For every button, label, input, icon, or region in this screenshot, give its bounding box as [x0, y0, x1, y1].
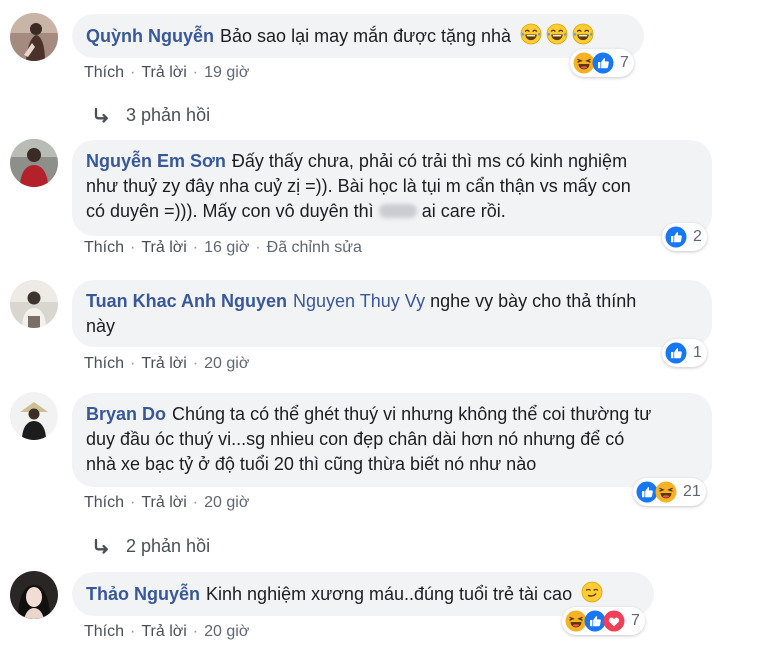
- comment-text-line: Chúng ta có thể ghét thuý vi nhưng không…: [172, 404, 652, 424]
- edited-label[interactable]: Đã chỉnh sửa: [267, 239, 362, 256]
- love-reaction-icon: [603, 610, 625, 632]
- avatar[interactable]: [10, 139, 58, 187]
- like-reaction-icon: [665, 342, 687, 364]
- view-replies-link[interactable]: 2 phản hồi: [92, 536, 210, 557]
- comment-text-line: duy đầu óc thuý vi...sg nhieu con đẹp ch…: [86, 429, 625, 449]
- reaction-count: 7: [620, 54, 629, 71]
- like-reaction-icon: [592, 52, 614, 74]
- reply-arrow-icon: [92, 539, 112, 555]
- avatar[interactable]: [10, 571, 58, 619]
- reply-arrow-icon: [92, 108, 112, 124]
- comment-bubble: Bryan Do Chúng ta có thể ghét thuý vi như…: [72, 393, 712, 487]
- like-link[interactable]: Thích: [84, 64, 124, 81]
- comment-time[interactable]: 20 giờ: [204, 494, 249, 511]
- reaction-summary[interactable]: 7: [562, 607, 645, 635]
- reaction-count: 7: [631, 612, 640, 629]
- comment-author[interactable]: Tuan Khac Anh Nguyen: [86, 291, 287, 311]
- reaction-summary[interactable]: 21: [633, 478, 706, 506]
- comment-author[interactable]: Quỳnh Nguyễn: [86, 26, 214, 46]
- reaction-summary[interactable]: 1: [662, 339, 707, 367]
- comment-text-line: có duyên =))). Mấy con vô duyên thì: [86, 201, 374, 221]
- reaction-summary[interactable]: 2: [662, 223, 707, 251]
- haha-reaction-icon: [655, 481, 677, 503]
- reaction-summary[interactable]: 7: [570, 49, 634, 77]
- comment-time[interactable]: 20 giờ: [204, 623, 249, 640]
- comment-actions: Thích · Trả lời · 16 giờ · Đã chỉnh sửa: [84, 239, 362, 256]
- comment-time[interactable]: 20 giờ: [204, 355, 249, 372]
- comment-text-line: như thuỷ zy đây nha cuỷ zị =)). Bài học …: [86, 176, 631, 196]
- reply-link[interactable]: Trả lời: [141, 64, 186, 81]
- like-link[interactable]: Thích: [84, 623, 124, 640]
- reply-link[interactable]: Trả lời: [141, 355, 186, 372]
- like-reaction-icon: [665, 226, 687, 248]
- comment-text-line: Đấy thấy chưa, phải có trải thì ms có ki…: [231, 151, 628, 171]
- smirk-emoji-icon: [581, 581, 603, 610]
- comment-actions: Thích · Trả lời · 20 giờ: [84, 494, 250, 511]
- comment-actions: Thích · Trả lời · 20 giờ: [84, 623, 250, 640]
- comment-bubble: Quỳnh Nguyễn Bảo sao lại may mắn được tặn…: [72, 14, 644, 58]
- laugh-cry-emoji-icon: [520, 23, 594, 52]
- comment-text-line: nhà xe bạc tỷ ở độ tuổi 20 thì cũng thừa…: [86, 454, 537, 474]
- reaction-count: 21: [683, 483, 701, 500]
- comment-actions: Thích · Trả lời · 19 giờ: [84, 64, 250, 81]
- reply-link[interactable]: Trả lời: [141, 494, 186, 511]
- replies-count: 3 phản hồi: [126, 105, 211, 125]
- comment-author[interactable]: Nguyễn Em Sơn: [86, 151, 226, 171]
- view-replies-link[interactable]: 3 phản hồi: [92, 105, 210, 126]
- reply-link[interactable]: Trả lời: [141, 239, 186, 256]
- comment-bubble: Tuan Khac Anh Nguyen Nguyen Thuy Vy nghe …: [72, 280, 712, 347]
- comment-text-line: nghe vy bày cho thả thính: [430, 291, 637, 311]
- comment-time[interactable]: 16 giờ: [204, 239, 249, 256]
- comment-text-line: này: [86, 316, 116, 336]
- replies-count: 2 phản hồi: [126, 536, 211, 556]
- avatar[interactable]: [10, 280, 58, 328]
- comment-time[interactable]: 19 giờ: [204, 64, 249, 81]
- blurred-word: [378, 204, 417, 218]
- comment-author[interactable]: Thảo Nguyễn: [86, 584, 200, 604]
- comment-bubble: Nguyễn Em Sơn Đấy thấy chưa, phải có trải…: [72, 140, 712, 236]
- reaction-count: 1: [693, 344, 702, 361]
- like-link[interactable]: Thích: [84, 239, 124, 256]
- comment-text-line: ai care rồi.: [421, 201, 506, 221]
- like-link[interactable]: Thích: [84, 494, 124, 511]
- comment-author[interactable]: Bryan Do: [86, 404, 166, 424]
- avatar[interactable]: [10, 392, 58, 440]
- like-link[interactable]: Thích: [84, 355, 124, 372]
- avatar[interactable]: [10, 13, 58, 61]
- mention-link[interactable]: Nguyen Thuy Vy: [293, 291, 425, 311]
- comment-text: Kinh nghiệm xương máu..đúng tuổi trẻ tài…: [206, 584, 573, 604]
- comment-actions: Thích · Trả lời · 20 giờ: [84, 355, 250, 372]
- reply-link[interactable]: Trả lời: [141, 623, 186, 640]
- comment-text: Bảo sao lại may mắn được tặng nhà: [220, 26, 512, 46]
- reaction-count: 2: [693, 228, 702, 245]
